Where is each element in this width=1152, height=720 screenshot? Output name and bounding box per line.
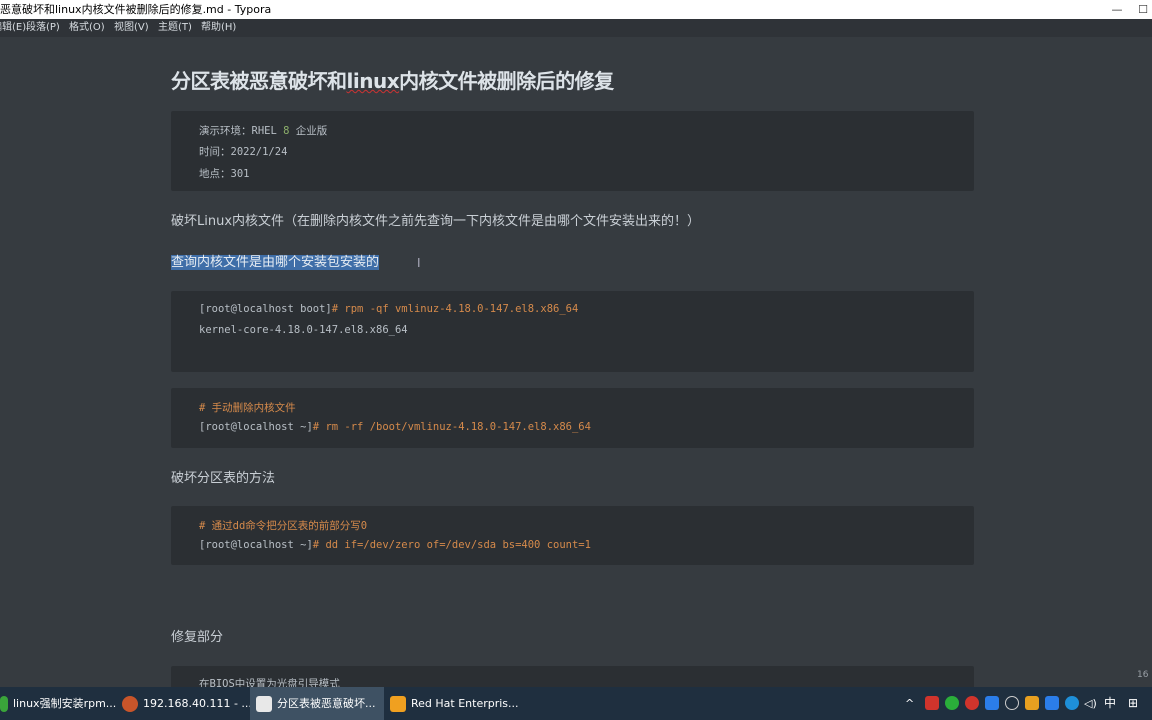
vmware-icon (390, 696, 406, 712)
edit-tray-icon[interactable] (985, 696, 999, 710)
info-place-line: 地点：301 (199, 168, 250, 180)
code-block-bios[interactable]: 在BIOS中设置为光盘引导模式 (171, 666, 974, 687)
shell-command: # rm -rf /boot/vmlinuz-4.18.0-147.el8.x8… (312, 421, 591, 433)
taskbar-item-vmware[interactable]: Red Hat Enterpris... (384, 687, 519, 720)
wechat-icon[interactable] (945, 696, 959, 710)
selected-text: 查询内核文件是由哪个安装包安装的 (171, 255, 380, 270)
menu-bar: 编辑(E) 段落(P) 格式(O) 视图(V) 主题(T) 帮助(H) (0, 19, 1152, 37)
typora-icon (256, 696, 272, 712)
maximize-button[interactable]: ☐ (1128, 0, 1152, 19)
menu-theme[interactable]: 主题(T) (158, 19, 192, 37)
paragraph-kernel-break: 破坏Linux内核文件（在删除内核文件之前先查询一下内核文件是由哪个文件安装出来… (171, 214, 701, 229)
shell-prompt: [root@localhost ~] (199, 421, 313, 433)
app-tray-icon[interactable] (965, 696, 979, 710)
app-icon (0, 696, 8, 712)
code-line-rpm: [root@localhost boot]# rpm -qf vmlinuz-4… (199, 303, 578, 315)
paragraph-partition-break: 破坏分区表的方法 (171, 471, 276, 486)
shell-command: # dd if=/dev/zero of=/dev/sda bs=400 cou… (312, 539, 591, 551)
wifi-icon[interactable] (1005, 696, 1019, 710)
taskbar-label: 192.168.40.111 - ... (143, 697, 252, 710)
menu-edit[interactable]: 编辑(E) (0, 19, 26, 37)
menu-format[interactable]: 格式(O) (69, 19, 105, 37)
env-suffix: 企业版 (289, 125, 328, 137)
shell-command: # rpm -qf vmlinuz-4.18.0-147.el8.x86_64 (331, 303, 579, 315)
taskbar-label: linux强制安装rpm... (13, 697, 117, 710)
heading-part-2: 内核文件被删除后的修复 (399, 69, 614, 93)
code-block-rpm-query[interactable]: [root@localhost boot]# rpm -qf vmlinuz-4… (171, 291, 974, 372)
code-block-rm-kernel[interactable]: # 手动删除内核文件 [root@localhost ~]# rm -rf /b… (171, 388, 974, 448)
env-value: RHEL (251, 125, 284, 137)
terminal-icon (122, 696, 138, 712)
info-time-line: 时间：2022/1/24 (199, 146, 288, 158)
paragraph-query-kernel[interactable]: 查询内核文件是由哪个安装包安装的 (171, 251, 380, 270)
antivirus-icon[interactable] (925, 696, 939, 710)
editor-content[interactable]: 分区表被恶意破坏和linux内核文件被删除后的修复 演示环境：RHEL 8 企业… (0, 37, 1152, 687)
heading-part-linux: linux (346, 69, 400, 93)
code-line-output: kernel-core-4.18.0-147.el8.x86_64 (199, 324, 408, 336)
code-comment: # 通过dd命令把分区表的前部分写0 (199, 520, 368, 532)
menu-view[interactable]: 视图(V) (114, 19, 149, 37)
taskbar-item-ssh[interactable]: 192.168.40.111 - ... (116, 687, 252, 720)
shell-prompt: [root@localhost ~] (199, 539, 313, 551)
volume-icon[interactable]: ◁) (1084, 687, 1097, 720)
ime-indicator[interactable]: 中 (1104, 687, 1116, 720)
window-title: 恶意破坏和linux内核文件被删除后的修复.md - Typora (0, 3, 272, 16)
info-code-block[interactable]: 演示环境：RHEL 8 企业版 时间：2022/1/24 地点：301 (171, 111, 974, 191)
heading-part-1: 分区表被恶意破坏和 (171, 69, 347, 93)
pen-tray-icon[interactable] (1045, 696, 1059, 710)
env-label: 演示环境： (199, 125, 252, 137)
code-line-rm: [root@localhost ~]# rm -rf /boot/vmlinuz… (199, 421, 591, 433)
color-tray-icon[interactable] (1025, 696, 1039, 710)
taskbar-item-rpm[interactable]: linux强制安装rpm... (0, 687, 116, 720)
taskbar-label: 分区表被恶意破坏... (277, 697, 376, 710)
paragraph-repair: 修复部分 (171, 630, 224, 645)
chevron-up-icon[interactable]: ^ (905, 687, 914, 720)
menu-paragraph[interactable]: 段落(P) (26, 19, 60, 37)
taskbar-label: Red Hat Enterpris... (411, 697, 519, 710)
shell-prompt: [root@localhost boot] (199, 303, 332, 315)
code-block-dd[interactable]: # 通过dd命令把分区表的前部分写0 [root@localhost ~]# d… (171, 506, 974, 565)
taskbar-item-typora[interactable]: 分区表被恶意破坏... (250, 687, 384, 720)
bird-tray-icon[interactable] (1065, 696, 1079, 710)
text-cursor-icon: Ι (417, 256, 421, 270)
code-line-bios: 在BIOS中设置为光盘引导模式 (199, 678, 340, 687)
grid-icon[interactable]: ⊞ (1128, 687, 1138, 720)
taskbar: linux强制安装rpm... 192.168.40.111 - ... 分区表… (0, 687, 1152, 720)
title-bar: 恶意破坏和linux内核文件被删除后的修复.md - Typora — ☐ (0, 0, 1152, 19)
code-comment: # 手动删除内核文件 (199, 402, 296, 414)
side-number: 16 (1137, 670, 1149, 680)
menu-help[interactable]: 帮助(H) (201, 19, 236, 37)
code-line-dd: [root@localhost ~]# dd if=/dev/zero of=/… (199, 539, 591, 551)
document-heading: 分区表被恶意破坏和linux内核文件被删除后的修复 (171, 65, 614, 94)
info-env-line: 演示环境：RHEL 8 企业版 (199, 123, 327, 138)
